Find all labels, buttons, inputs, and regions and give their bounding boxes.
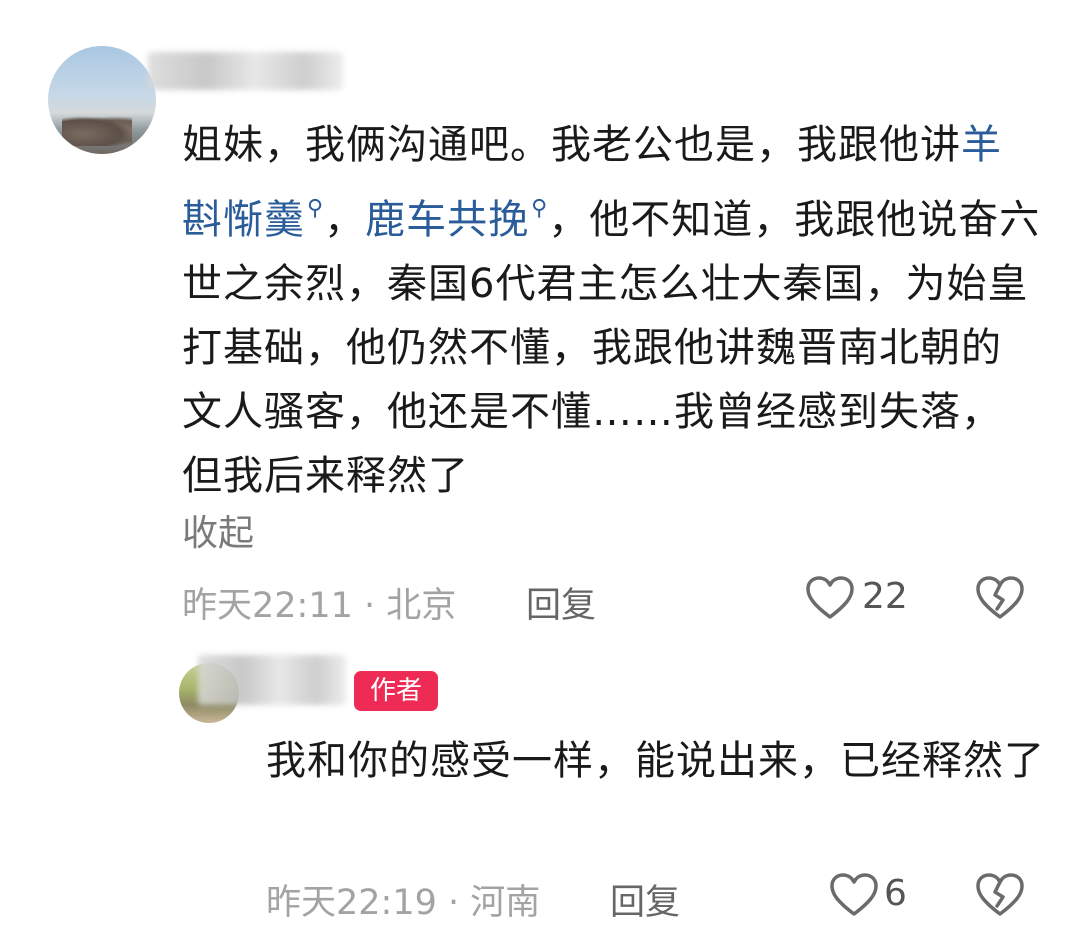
search-link-label: 鹿车共挽 — [365, 197, 530, 243]
like-count: 6 — [884, 873, 907, 914]
search-icon: ⚲ — [307, 196, 325, 221]
reply-button[interactable]: 回复 — [610, 874, 680, 925]
username-blurred[interactable] — [148, 52, 343, 90]
timestamp: 昨天22:19 — [266, 883, 437, 923]
location: 北京 — [386, 586, 457, 626]
heart-outline-icon[interactable] — [806, 576, 854, 620]
broken-heart-icon[interactable] — [976, 873, 1024, 917]
meta-dot: · — [364, 586, 376, 626]
avatar[interactable] — [48, 46, 156, 154]
comment-meta: 昨天22:11 · 北京 — [182, 577, 456, 628]
comment-separator: ， — [324, 197, 366, 243]
search-link-luche[interactable]: 鹿车共挽⚲ — [365, 196, 549, 243]
location: 河南 — [470, 883, 541, 923]
avatar-image-rocks — [62, 116, 132, 146]
like-count: 22 — [862, 576, 908, 617]
meta-dot: · — [448, 883, 460, 923]
comment-text-part1: 姐妹，我俩沟通吧。我老公也是，我跟他讲 — [182, 122, 961, 168]
broken-heart-icon[interactable] — [976, 576, 1024, 620]
timestamp: 昨天22:11 — [182, 586, 353, 626]
author-badge: 作者 — [354, 671, 438, 711]
reply-username-blurred[interactable] — [198, 655, 346, 705]
comment-text: 姐妹，我俩沟通吧。我老公也是，我跟他讲羊斟惭羹⚲，鹿车共挽⚲，他不知道，我跟他说… — [182, 113, 1042, 508]
heart-outline-icon[interactable] — [830, 873, 878, 917]
reply-meta: 昨天22:19 · 河南 — [266, 874, 540, 925]
reply-text: 我和你的感受一样，能说出来，已经释然了 — [266, 738, 1045, 784]
reply-button[interactable]: 回复 — [526, 577, 596, 628]
search-icon: ⚲ — [531, 196, 549, 221]
collapse-button[interactable]: 收起 — [182, 504, 254, 556]
